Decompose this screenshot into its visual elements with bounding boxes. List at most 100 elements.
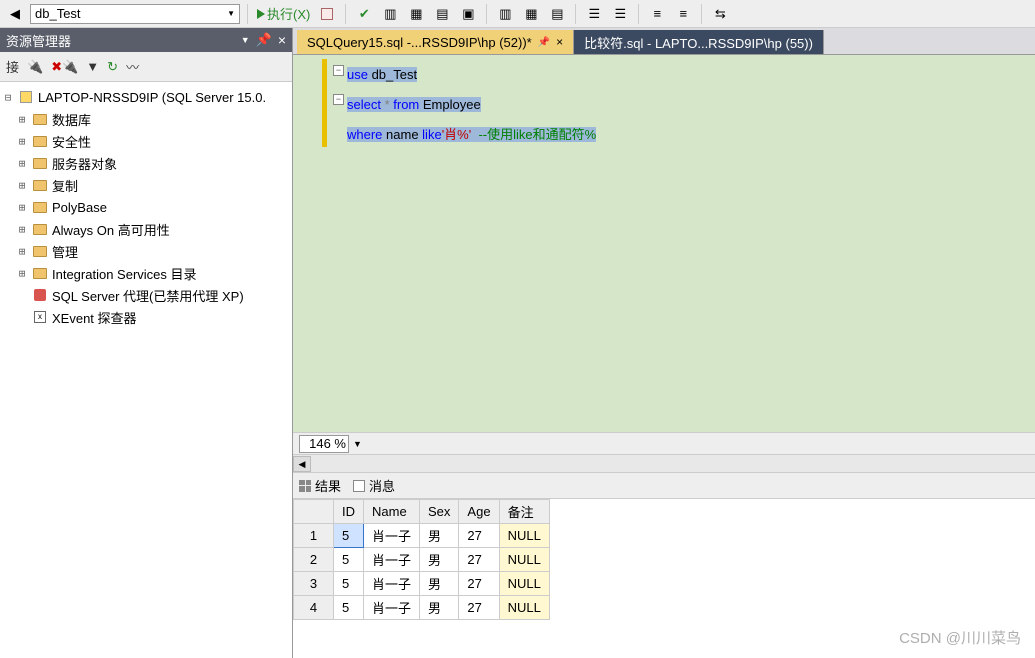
zoom-input[interactable] — [299, 435, 349, 453]
table-row[interactable]: 25肖一子男27NULL — [294, 548, 550, 572]
server-icon — [18, 90, 34, 104]
tool-button[interactable]: ≡ — [646, 3, 668, 25]
server-node[interactable]: ⊟ LAPTOP-NRSSD9IP (SQL Server 15.0. — [0, 86, 292, 108]
dropdown-icon[interactable]: ▼ — [241, 35, 250, 45]
expand-icon[interactable]: ⊞ — [16, 157, 28, 170]
cell[interactable]: NULL — [499, 548, 549, 572]
cell[interactable]: 肖一子 — [364, 572, 420, 596]
object-explorer-title: 资源管理器 — [6, 31, 71, 50]
tab-messages[interactable]: 消息 — [353, 476, 395, 495]
cell[interactable]: 男 — [420, 596, 459, 620]
filter-icon[interactable]: ▼ — [86, 59, 99, 74]
cell[interactable]: 27 — [459, 596, 499, 620]
close-icon[interactable]: × — [278, 32, 286, 48]
cell[interactable]: 肖一子 — [364, 548, 420, 572]
tool-button[interactable]: ▥ — [379, 3, 401, 25]
connect-icon[interactable]: 🔌 — [27, 59, 43, 75]
main-toolbar: ◀ db_Test ▼ 执行(X) ✔ ▥ ▦ ▤ ▣ ▥ ▦ ▤ ☰ ☰ ≡ … — [0, 0, 1035, 28]
tree-node[interactable]: ⊞数据库 — [0, 108, 292, 130]
cell[interactable]: 男 — [420, 548, 459, 572]
cell[interactable]: 5 — [334, 524, 364, 548]
tree-node[interactable]: ⊞安全性 — [0, 130, 292, 152]
results-table[interactable]: IDNameSexAge备注 15肖一子男27NULL25肖一子男27NULL3… — [293, 499, 550, 620]
stop-button[interactable] — [316, 3, 338, 25]
tool-button[interactable]: ☰ — [583, 3, 605, 25]
tree-node[interactable]: ⊞Integration Services 目录 — [0, 262, 292, 284]
refresh-icon[interactable]: ↻ — [107, 59, 118, 75]
expand-icon[interactable]: ⊞ — [16, 267, 28, 280]
column-header[interactable]: Age — [459, 500, 499, 524]
pin-icon[interactable]: 📌 — [256, 32, 272, 48]
cell[interactable]: 男 — [420, 572, 459, 596]
tool-button[interactable]: ≡ — [672, 3, 694, 25]
database-combo[interactable]: db_Test ▼ — [30, 4, 240, 24]
table-row[interactable]: 45肖一子男27NULL — [294, 596, 550, 620]
tool-button[interactable]: ▦ — [520, 3, 542, 25]
cell[interactable]: 5 — [334, 548, 364, 572]
tool-button[interactable]: ☰ — [609, 3, 631, 25]
pin-icon[interactable]: 📌 — [538, 37, 550, 48]
activity-icon[interactable]: 〰 — [126, 57, 139, 76]
folder-icon — [32, 134, 48, 148]
expand-icon[interactable]: ⊞ — [16, 201, 28, 214]
comment-icon: ☰ — [589, 6, 601, 22]
disconnect-icon[interactable]: ✖🔌 — [51, 59, 78, 75]
cell[interactable]: 27 — [459, 572, 499, 596]
cell[interactable]: NULL — [499, 524, 549, 548]
cell[interactable]: NULL — [499, 572, 549, 596]
tree-node[interactable]: xXEvent 探查器 — [0, 306, 292, 328]
expand-icon[interactable]: ⊞ — [16, 179, 28, 192]
column-header[interactable]: 备注 — [499, 500, 549, 524]
expand-icon[interactable]: ⊞ — [16, 245, 28, 258]
execute-button[interactable]: 执行(X) — [255, 3, 312, 25]
cell[interactable]: NULL — [499, 596, 549, 620]
expand-icon[interactable]: ⊞ — [16, 135, 28, 148]
tree-node[interactable]: ⊞管理 — [0, 240, 292, 262]
cell[interactable]: 27 — [459, 524, 499, 548]
expand-icon[interactable]: ⊞ — [16, 223, 28, 236]
close-icon[interactable]: × — [556, 35, 563, 49]
back-icon[interactable]: ◀ — [4, 3, 26, 25]
cell[interactable]: 27 — [459, 548, 499, 572]
editor-scrollbar[interactable]: ◀ — [293, 454, 1035, 472]
chevron-down-icon[interactable]: ▼ — [353, 439, 362, 449]
tree-node[interactable]: ⊞服务器对象 — [0, 152, 292, 174]
tool-button[interactable]: ▥ — [494, 3, 516, 25]
tree-node[interactable]: SQL Server 代理(已禁用代理 XP) — [0, 284, 292, 306]
scroll-left-icon[interactable]: ◀ — [293, 456, 311, 472]
tool-button[interactable]: ⇆ — [709, 3, 731, 25]
collapse-icon[interactable]: ⊟ — [2, 91, 14, 104]
cell[interactable]: 5 — [334, 572, 364, 596]
column-header[interactable]: ID — [334, 500, 364, 524]
table-row[interactable]: 15肖一子男27NULL — [294, 524, 550, 548]
expand-icon[interactable]: ⊞ — [16, 113, 28, 126]
tool-button[interactable]: ▣ — [457, 3, 479, 25]
column-header[interactable]: Sex — [420, 500, 459, 524]
cell[interactable]: 肖一子 — [364, 524, 420, 548]
tab-inactive[interactable]: 比较符.sql - LAPTO...RSSD9IP\hp (55)) — [574, 30, 824, 54]
database-combo-value: db_Test — [35, 6, 81, 21]
tool-button[interactable]: ▤ — [546, 3, 568, 25]
connect-label[interactable]: 接 — [6, 57, 19, 76]
cell[interactable]: 5 — [334, 596, 364, 620]
tree-node[interactable]: ⊞Always On 高可用性 — [0, 218, 292, 240]
corner-cell — [294, 500, 334, 524]
object-tree[interactable]: ⊟ LAPTOP-NRSSD9IP (SQL Server 15.0. ⊞数据库… — [0, 82, 292, 658]
fold-icon[interactable]: − — [333, 94, 344, 105]
tool-button[interactable]: ▤ — [431, 3, 453, 25]
code-text[interactable]: use db_Test select * from Employee where… — [347, 59, 596, 149]
tool-button[interactable]: ▦ — [405, 3, 427, 25]
folder-icon — [32, 244, 48, 258]
parse-button[interactable]: ✔ — [353, 3, 375, 25]
cell[interactable]: 肖一子 — [364, 596, 420, 620]
cell[interactable]: 男 — [420, 524, 459, 548]
column-header[interactable]: Name — [364, 500, 420, 524]
tab-results[interactable]: 结果 — [299, 476, 341, 495]
sql-editor[interactable]: − − use db_Test select * from Employee w… — [293, 54, 1035, 432]
fold-icon[interactable]: − — [333, 65, 344, 76]
results-grid[interactable]: IDNameSexAge备注 15肖一子男27NULL25肖一子男27NULL3… — [293, 498, 1035, 658]
tab-active[interactable]: SQLQuery15.sql -...RSSD9IP\hp (52))* 📌 × — [297, 30, 574, 54]
tree-node[interactable]: ⊞PolyBase — [0, 196, 292, 218]
tree-node[interactable]: ⊞复制 — [0, 174, 292, 196]
table-row[interactable]: 35肖一子男27NULL — [294, 572, 550, 596]
